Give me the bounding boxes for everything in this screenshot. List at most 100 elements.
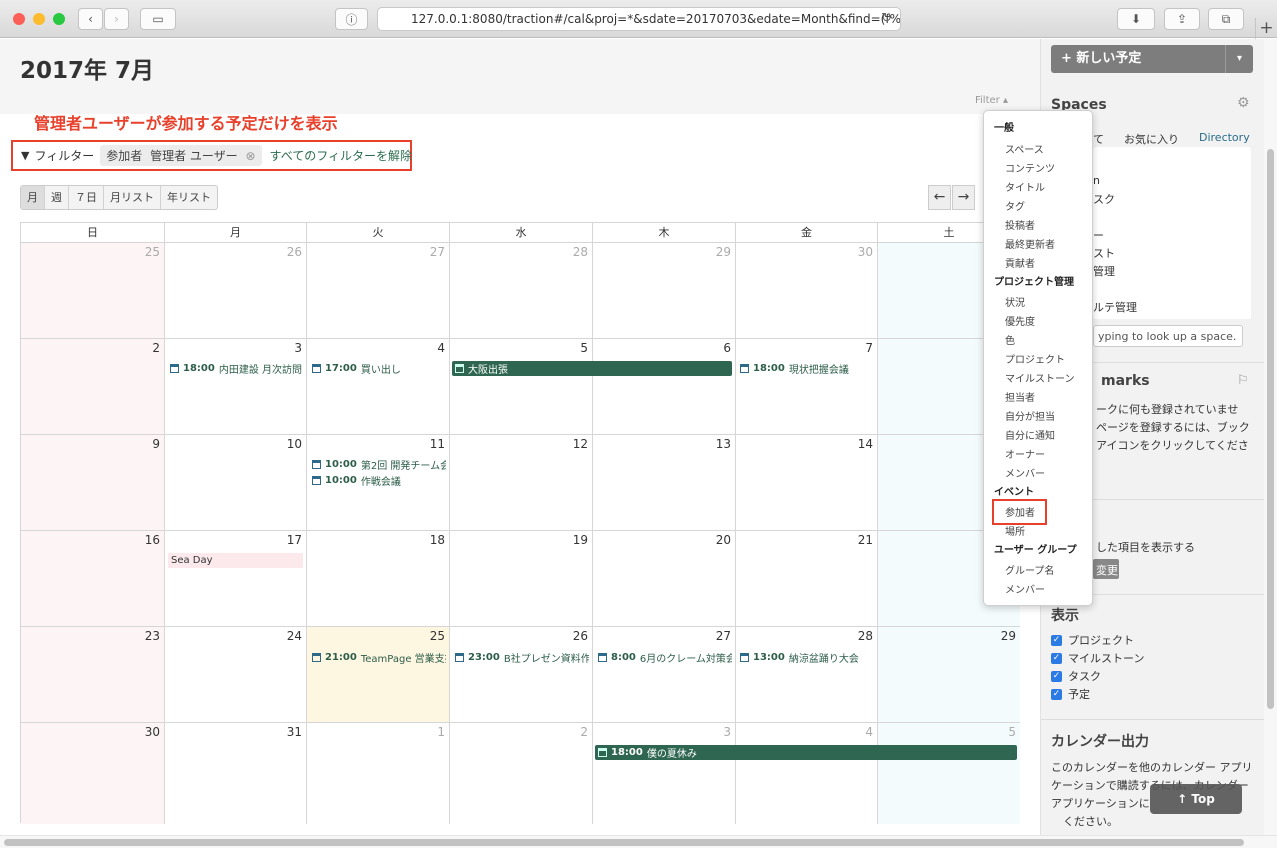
day-cell[interactable]: 9 [21, 435, 165, 531]
day-cell[interactable]: 24 [165, 627, 307, 723]
space-item[interactable]: ルテ管理 [1093, 299, 1137, 315]
scroll-thumb[interactable] [1267, 149, 1274, 709]
calendar-event-bar[interactable]: 大阪出張 [452, 361, 732, 376]
sidebar-toggle-button[interactable]: ▭ [140, 8, 176, 30]
day-cell[interactable]: 3 [593, 723, 736, 824]
tab-month-list[interactable]: 月リスト [104, 186, 161, 209]
space-search-input[interactable]: yping to look up a space. [1093, 325, 1243, 347]
tab-month[interactable]: 月 [21, 186, 45, 209]
day-cell[interactable]: 30 [736, 243, 878, 339]
day-cell[interactable]: 27 [593, 627, 736, 723]
day-cell[interactable]: 2 [21, 339, 165, 435]
day-cell[interactable]: 20 [593, 531, 736, 627]
day-cell[interactable]: 10 [165, 435, 307, 531]
privacy-report-button[interactable]: ⓘ [335, 8, 368, 30]
menu-item-location[interactable]: 場所 [1005, 523, 1025, 538]
space-item[interactable]: スト [1093, 245, 1115, 261]
calendar-event[interactable]: 13:00 納涼盆踊り大会 [740, 650, 874, 665]
tabs-overview-button[interactable]: ⧉ [1208, 8, 1244, 30]
new-tab-button[interactable]: + [1255, 18, 1277, 39]
menu-item-assigned-to-me[interactable]: 自分が担当 [1005, 408, 1055, 423]
calendar-event[interactable]: 23:00B社プレゼン資料作成 [455, 650, 589, 665]
day-cell[interactable]: 31 [165, 723, 307, 824]
reload-icon[interactable]: ↻ [881, 11, 892, 26]
calendar-event[interactable]: 21:00 TeamPage 営業支援 [312, 650, 446, 665]
scroll-thumb[interactable] [4, 839, 1244, 846]
menu-item-group-name[interactable]: グループ名 [1005, 562, 1054, 577]
day-cell[interactable]: 21 [736, 531, 878, 627]
gear-icon[interactable]: ⚙ [1237, 95, 1250, 111]
day-cell[interactable]: 27 [307, 243, 450, 339]
menu-item-owner[interactable]: オーナー [1005, 446, 1045, 461]
day-cell[interactable]: 26 [165, 243, 307, 339]
day-cell[interactable]: 29 [593, 243, 736, 339]
menu-item-project[interactable]: プロジェクト [1005, 351, 1065, 366]
menu-item-contributor[interactable]: 貢献者 [1005, 255, 1035, 270]
forward-button[interactable]: › [104, 8, 129, 30]
vertical-scrollbar[interactable] [1264, 39, 1277, 835]
day-cell[interactable]: 5 [450, 339, 593, 435]
day-cell[interactable]: 29 [878, 627, 1020, 723]
remove-filter-icon[interactable]: ⊗ [245, 149, 255, 163]
downloads-button[interactable]: ⬇ [1117, 8, 1155, 30]
day-cell[interactable]: 12 [450, 435, 593, 531]
menu-item-author[interactable]: 投稿者 [1005, 217, 1035, 232]
address-bar[interactable]: 127.0.0.1:8080/traction#/cal&proj=*&sdat… [377, 7, 901, 31]
day-cell[interactable]: 23 [21, 627, 165, 723]
day-cell[interactable]: 28 [736, 627, 878, 723]
menu-item-tag[interactable]: タグ [1005, 198, 1025, 213]
day-cell[interactable]: 4 [736, 723, 878, 824]
menu-item-status[interactable]: 状況 [1005, 294, 1025, 309]
calendar-event[interactable]: 18:00 内田建設 月次訪問 [170, 361, 302, 376]
day-cell[interactable]: 5 [878, 723, 1020, 824]
clear-all-filters-link[interactable]: すべてのフィルターを解除 [270, 147, 412, 164]
share-button[interactable]: ⇪ [1164, 8, 1200, 30]
filter-toggle-link[interactable]: Filter ▴ [975, 95, 1008, 106]
menu-item-color[interactable]: 色 [1005, 332, 1015, 347]
filter-chip[interactable]: 参加者 管理者 ユーザー ⊗ [100, 145, 262, 166]
space-item[interactable]: ー [1093, 227, 1104, 243]
day-cell[interactable]: 16 [21, 531, 165, 627]
display-checkbox-project[interactable]: ✓ プロジェクト [1051, 632, 1134, 648]
day-cell[interactable]: 2 [450, 723, 593, 824]
tab-7day[interactable]: ７日 [69, 186, 104, 209]
day-cell[interactable]: 30 [21, 723, 165, 824]
menu-item-milestone[interactable]: マイルストーン [1005, 370, 1075, 385]
menu-item-title[interactable]: タイトル [1005, 179, 1045, 194]
day-cell[interactable]: 25 [21, 243, 165, 339]
spaces-tab-favorites[interactable]: お気に入り [1124, 131, 1179, 147]
display-checkbox-event[interactable]: ✓ 予定 [1051, 686, 1090, 702]
calendar-event[interactable]: 10:00 第2回 開発チーム会 [312, 457, 446, 472]
day-cell[interactable]: 7 [736, 339, 878, 435]
menu-item-last-editor[interactable]: 最終更新者 [1005, 236, 1055, 251]
day-cell[interactable]: 26 [450, 627, 593, 723]
day-cell[interactable]: 3 [165, 339, 307, 435]
menu-item-assignee[interactable]: 担当者 [1005, 389, 1035, 404]
calendar-event[interactable]: 18:00 現状把握会議 [740, 361, 872, 376]
horizontal-scrollbar[interactable] [0, 835, 1277, 848]
display-checkbox-task[interactable]: ✓ タスク [1051, 668, 1101, 684]
back-to-top-button[interactable]: ↑ Top [1150, 784, 1242, 814]
day-cell[interactable]: 25 [307, 627, 450, 723]
spaces-tab-mine[interactable]: て [1093, 131, 1104, 147]
menu-item-attendee[interactable]: 参加者 [1005, 504, 1035, 519]
day-cell[interactable]: 14 [736, 435, 878, 531]
spaces-tab-directory[interactable]: Directory [1199, 131, 1250, 144]
space-item[interactable]: 管理 [1093, 263, 1115, 279]
next-month-button[interactable]: → [952, 185, 975, 210]
space-item[interactable]: スク [1093, 191, 1115, 207]
menu-item-group-member[interactable]: メンバー [1005, 581, 1045, 596]
day-cell[interactable]: 28 [450, 243, 593, 339]
day-cell[interactable]: 6 [593, 339, 736, 435]
menu-item-notify-me[interactable]: 自分に通知 [1005, 427, 1055, 442]
day-cell[interactable]: 1 [307, 723, 450, 824]
change-button[interactable]: 変更 [1093, 559, 1119, 579]
calendar-event[interactable]: 10:00 作戦会議 [312, 473, 444, 488]
menu-item-space[interactable]: スペース [1005, 141, 1044, 156]
prev-month-button[interactable]: ← [928, 185, 951, 210]
calendar-event[interactable]: 17:00 買い出し [312, 361, 444, 376]
day-cell[interactable]: 19 [450, 531, 593, 627]
chevron-down-icon[interactable]: ▾ [1225, 45, 1253, 73]
display-checkbox-milestone[interactable]: ✓ マイルストーン [1051, 650, 1144, 666]
day-cell[interactable]: 17 [165, 531, 307, 627]
